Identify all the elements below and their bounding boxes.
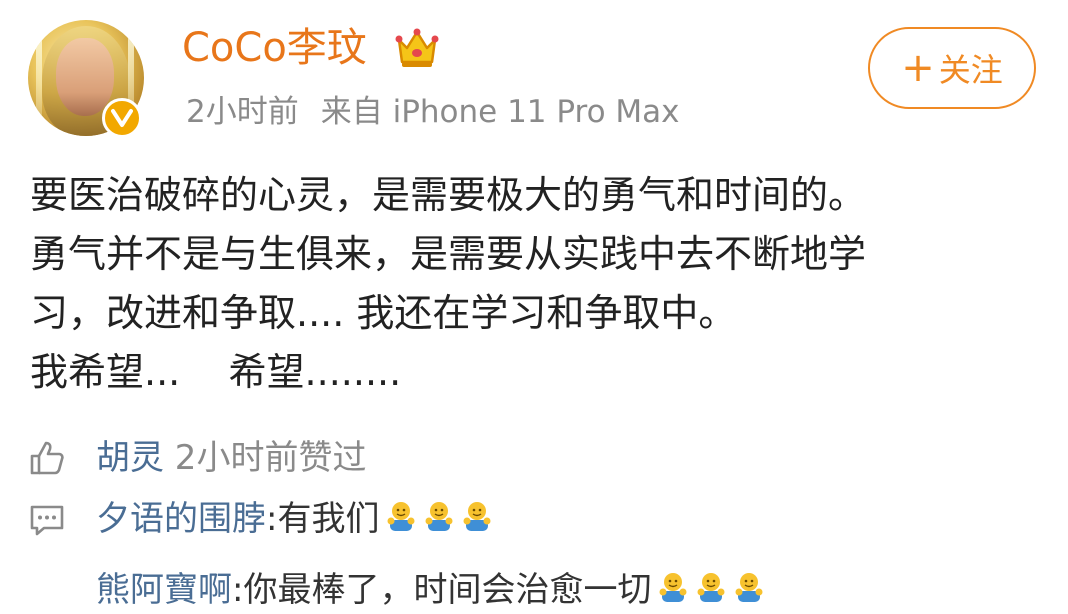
post-source: 来自 iPhone 11 Pro Max (320, 94, 680, 130)
hug-emoji-icon (387, 502, 415, 531)
like-user-link[interactable]: 胡灵 (96, 438, 164, 478)
avatar-light-streak (36, 20, 42, 136)
follow-label: 关注 (938, 51, 1003, 89)
thumbs-up-icon[interactable] (28, 439, 66, 477)
like-text: 2小时前赞过 (164, 438, 367, 478)
author-name[interactable]: CoCo李玟 (182, 22, 367, 74)
post-time: 2小时前 (186, 94, 299, 130)
follow-button[interactable]: + 关注 (868, 27, 1036, 109)
hug-emoji-icon (425, 502, 453, 531)
crown-icon (395, 28, 439, 67)
content-line: 要医治破碎的心灵，是需要极大的勇气和时间的。 (30, 173, 867, 217)
comment-text: :你最棒了，时间会治愈一切 (232, 570, 652, 610)
plus-icon: + (901, 45, 935, 91)
post-meta: 2小时前 来自 iPhone 11 Pro Max (186, 88, 680, 136)
avatar-face (56, 38, 114, 116)
content-line: 勇气并不是与生俱来，是需要从实践中去不断地学 (30, 232, 867, 276)
post-content: 要医治破碎的心灵，是需要极大的勇气和时间的。 勇气并不是与生俱来，是需要从实践中… (30, 166, 1040, 402)
hug-emoji-icon (659, 573, 687, 602)
hug-emoji-icon (463, 502, 491, 531)
comment-text: :有我们 (266, 499, 380, 539)
hug-emoji-icon (697, 573, 725, 602)
comment-icon[interactable] (28, 501, 66, 539)
content-line: 我希望... 希望........ (30, 350, 402, 394)
verified-v-icon (102, 98, 142, 138)
weibo-post: CoCo李玟 2小时前 来自 iPhone 11 Pro Max + 关注 要医治… (0, 0, 1068, 610)
comment-user-link[interactable]: 熊阿寶啊 (96, 570, 232, 610)
content-line: 习，改进和争取.... 我还在学习和争取中。 (30, 291, 737, 335)
comment-user-link[interactable]: 夕语的围脖 (96, 499, 266, 539)
hug-emoji-icon (735, 573, 763, 602)
